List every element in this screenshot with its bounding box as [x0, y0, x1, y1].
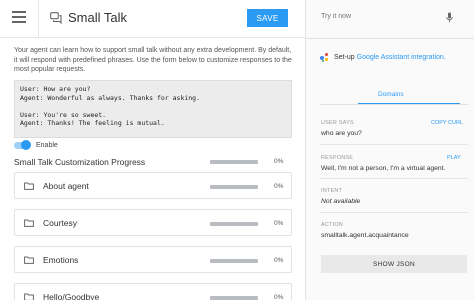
setup-prefix: Set-up — [334, 54, 355, 61]
test-console-panel: Set-up Google Assistant integration. Dom… — [305, 0, 474, 300]
app: Small Talk SAVE Your agent can learn how… — [0, 0, 474, 300]
user-says-label: USER SAYS — [321, 120, 354, 126]
action-value: smalltalk.agent.acquaintance — [321, 232, 409, 239]
topic-label: About agent — [43, 181, 89, 191]
topic-progress-bar — [210, 259, 258, 263]
user-says-value: who are you? — [321, 130, 362, 137]
copy-curl-link[interactable]: COPY CURL — [431, 120, 463, 126]
topic-label: Hello/Goodbye — [43, 292, 100, 300]
tab-domains[interactable]: Domains — [378, 91, 404, 98]
action-label: ACTION — [321, 222, 343, 228]
main-content: Your agent can learn how to support smal… — [0, 38, 305, 300]
tab-domains-indicator — [358, 103, 460, 104]
topic-label: Emotions — [43, 255, 79, 265]
topic-progress-percent: 0% — [274, 220, 284, 227]
intent-value: Not available — [321, 198, 361, 205]
topic-progress-bar — [210, 185, 258, 189]
enable-label: Enable — [36, 141, 58, 149]
section-divider — [320, 144, 468, 145]
tabs-divider — [320, 104, 468, 105]
enable-toggle-row[interactable]: Enable — [14, 140, 58, 150]
topic-progress-percent: 0% — [274, 294, 284, 300]
folder-icon — [24, 219, 34, 227]
topic-progress-bar — [210, 296, 258, 300]
overall-progress-percent: 0% — [274, 158, 284, 165]
topic-courtesy[interactable]: Courtesy 0% — [14, 209, 292, 236]
google-assistant-icon — [320, 53, 329, 62]
hamburger-menu-icon[interactable] — [12, 11, 26, 25]
example-dialog-box: User: How are you? Agent: Wonderful as a… — [14, 80, 292, 138]
topic-label: Courtesy — [43, 218, 78, 228]
folder-icon — [24, 256, 34, 264]
section-divider — [320, 178, 468, 179]
overall-progress-bar — [210, 160, 258, 164]
microphone-icon[interactable] — [446, 12, 453, 23]
google-assistant-setup-row: Set-up Google Assistant integration. — [320, 53, 446, 62]
panel-divider — [306, 38, 474, 39]
enable-toggle[interactable] — [14, 140, 31, 150]
header-divider — [38, 0, 39, 38]
save-button[interactable]: SAVE — [247, 9, 288, 27]
progress-title: Small Talk Customization Progress — [14, 157, 146, 167]
section-divider — [320, 212, 468, 213]
description-text: Your agent can learn how to support smal… — [14, 47, 292, 73]
topic-progress-percent: 0% — [274, 257, 284, 264]
show-json-button[interactable]: SHOW JSON — [321, 255, 467, 273]
topic-emotions[interactable]: Emotions 0% — [14, 246, 292, 273]
chat-bubbles-icon — [50, 12, 62, 24]
page-title: Small Talk — [68, 10, 128, 25]
google-assistant-integration-link[interactable]: Google Assistant integration. — [357, 54, 446, 61]
topic-progress-percent: 0% — [274, 183, 284, 190]
top-bar: Small Talk SAVE — [0, 0, 305, 38]
folder-icon — [24, 182, 34, 190]
intent-label: INTENT — [321, 188, 343, 194]
try-it-now-input[interactable] — [321, 13, 431, 20]
topic-about-agent[interactable]: About agent 0% — [14, 172, 292, 199]
response-value: Well, I'm not a person, I'm a virtual ag… — [321, 165, 446, 172]
play-link[interactable]: PLAY — [447, 155, 461, 161]
folder-icon — [24, 293, 34, 300]
topic-hello-goodbye[interactable]: Hello/Goodbye 0% — [14, 283, 292, 300]
response-label: RESPONSE — [321, 155, 354, 161]
topic-progress-bar — [210, 222, 258, 226]
